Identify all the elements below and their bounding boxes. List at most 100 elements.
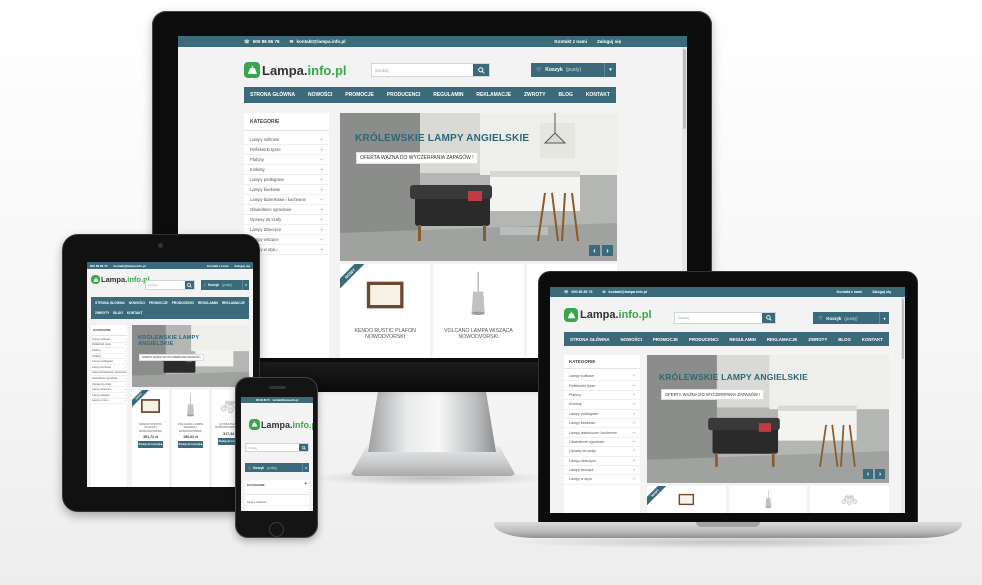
nav-item[interactable]: ZWROTY: [522, 92, 548, 98]
expand-icon[interactable]: +: [124, 338, 126, 341]
site-logo[interactable]: Lampa.info.pl: [564, 308, 652, 322]
product-image[interactable]: [810, 486, 890, 513]
category-item[interactable]: Oświetlenie ogrodowe +: [564, 438, 640, 448]
product-image[interactable]: [172, 390, 209, 422]
category-item[interactable]: Lampy sufitowe +: [244, 135, 329, 145]
nav-item[interactable]: NOWOŚCI: [619, 337, 644, 342]
category-item[interactable]: Lampy w stylu +: [91, 399, 127, 405]
slider-next-button[interactable]: ›: [875, 469, 885, 479]
product-card[interactable]: VOLCANO LAMPA WISZĄCA NOWODVORSKI 190,02 …: [172, 390, 209, 487]
expand-icon[interactable]: +: [633, 468, 635, 472]
search-box[interactable]: Szukaj: [371, 63, 490, 77]
email-info[interactable]: kontakt@lampa.info.pl: [273, 399, 299, 402]
category-item[interactable]: Lampy wiszące +: [564, 466, 640, 476]
product-image[interactable]: [728, 486, 808, 513]
nav-item[interactable]: KONTAKT: [860, 337, 885, 342]
nav-item[interactable]: REKLAMACJE: [220, 301, 247, 305]
category-item[interactable]: Lampy podłogowe +: [244, 175, 329, 185]
expand-icon[interactable]: +: [633, 374, 635, 378]
expand-icon[interactable]: +: [321, 167, 323, 172]
email-info[interactable]: ✉ kontakt@lampa.info.pl: [602, 290, 646, 294]
nav-item[interactable]: PRODUCENCI: [170, 301, 196, 305]
site-logo[interactable]: Lampa.info.pl: [244, 60, 347, 80]
expand-icon[interactable]: +: [124, 394, 126, 397]
product-name[interactable]: KENDO RUSTIC PLAFON NOWODVORSKI: [132, 422, 169, 433]
product-card[interactable]: NOWY: [647, 486, 726, 513]
category-item[interactable]: Lampy biurkowe +: [244, 185, 329, 195]
contact-link[interactable]: Kontakt z nami: [554, 39, 587, 44]
add-to-cart-button[interactable]: Dodaj do koszyka: [177, 441, 204, 449]
nav-item[interactable]: KONTAKT: [584, 92, 612, 98]
cart-button[interactable]: 🛒 Koszyk (pusty) ▾: [531, 63, 616, 77]
search-input[interactable]: Szukaj: [248, 446, 299, 450]
product-card[interactable]: NOWY KENDO RUSTIC PLAFON NOWODVORSKI: [340, 264, 431, 358]
expand-icon[interactable]: +: [124, 366, 126, 369]
contact-link[interactable]: Kontakt z nami: [837, 290, 863, 294]
expand-icon[interactable]: +: [633, 477, 635, 481]
category-item[interactable]: Lampy biurkowe +: [564, 419, 640, 429]
expand-icon[interactable]: +: [633, 412, 635, 416]
expand-icon[interactable]: +: [321, 207, 323, 212]
list-item[interactable]: Lampy sufitowe: [245, 499, 309, 506]
expand-icon[interactable]: +: [304, 482, 307, 487]
expand-icon[interactable]: +: [321, 227, 323, 232]
nav-item[interactable]: PROMOCJE: [147, 301, 170, 305]
expand-icon[interactable]: +: [124, 349, 126, 352]
search-input[interactable]: Szukaj: [678, 316, 762, 320]
nav-item[interactable]: KONTAKT: [125, 311, 145, 315]
category-item[interactable]: Lampy dziecięce +: [564, 457, 640, 466]
expand-icon[interactable]: +: [321, 157, 323, 162]
category-item[interactable]: Reflektorki tysze +: [564, 381, 640, 391]
nav-item[interactable]: STRONA GŁÓWNA: [568, 337, 612, 342]
scrollbar[interactable]: [901, 297, 905, 513]
nav-item[interactable]: STRONA GŁÓWNA: [248, 92, 297, 98]
product-name[interactable]: VOLCANO LAMPA WISZĄCA NOWODVORSKI: [172, 422, 209, 433]
category-item[interactable]: Kinkiety +: [564, 400, 640, 410]
expand-icon[interactable]: +: [321, 237, 323, 242]
search-input[interactable]: Szukaj: [375, 68, 473, 73]
nav-item[interactable]: BLOG: [557, 92, 575, 98]
category-item[interactable]: Oprawy do szafy +: [564, 447, 640, 457]
category-item[interactable]: Plafony +: [564, 391, 640, 401]
hero-banner[interactable]: KRÓLEWSKIE LAMPY ANGIELSKIE OFERTA WAŻNA…: [647, 355, 889, 483]
expand-icon[interactable]: +: [633, 431, 635, 435]
search-button[interactable]: [185, 281, 194, 289]
product-name[interactable]: VOLCANO LAMPA WISZĄCA NOWODVORSKI: [433, 328, 523, 341]
nav-item[interactable]: NOWOŚCI: [127, 301, 147, 305]
expand-icon[interactable]: +: [633, 440, 635, 444]
add-to-cart-button[interactable]: Dodaj do koszyka: [137, 441, 164, 449]
category-item[interactable]: Lampy w stylu +: [564, 475, 640, 485]
expand-icon[interactable]: +: [124, 399, 126, 402]
category-item[interactable]: Lampy łazienkowe i kuchenne+: [564, 428, 640, 438]
nav-item[interactable]: PRODUCENCI: [687, 337, 721, 342]
product-card[interactable]: VOLCANO LAMPA WISZĄCA NOWODVORSKI: [433, 264, 524, 358]
product-image[interactable]: [433, 264, 524, 326]
search-input[interactable]: Szukaj: [148, 283, 185, 287]
nav-item[interactable]: REKLAMACJE: [474, 92, 513, 98]
expand-icon[interactable]: +: [124, 360, 126, 363]
expand-icon[interactable]: +: [633, 384, 635, 388]
login-link[interactable]: Zaloguj się: [234, 264, 250, 268]
hero-banner[interactable]: KRÓLEWSKIE LAMPY ANGIELSKIE OFERTA WAŻNA…: [340, 113, 617, 261]
expand-icon[interactable]: +: [633, 421, 635, 425]
slider-next-button[interactable]: ›: [602, 245, 613, 256]
product-card[interactable]: [810, 486, 890, 513]
search-box[interactable]: Szukaj: [674, 312, 776, 324]
nav-item[interactable]: STRONA GŁÓWNA: [93, 301, 127, 305]
expand-icon[interactable]: +: [321, 137, 323, 142]
slider-prev-button[interactable]: ‹: [863, 469, 873, 479]
cart-button[interactable]: 🛒 Koszyk (pusty) ▾: [245, 463, 309, 472]
expand-icon[interactable]: +: [321, 177, 323, 182]
nav-item[interactable]: ZWROTY: [93, 311, 111, 315]
product-card[interactable]: NOWY KENDO RUSTIC PLAFON NOWODVORSKI 391,7…: [132, 390, 169, 487]
category-item[interactable]: Oprawy do szafy +: [244, 215, 329, 225]
category-item[interactable]: Oświetlenie ogrodowe +: [244, 205, 329, 215]
search-box[interactable]: Szukaj: [245, 443, 309, 452]
slider-prev-button[interactable]: ‹: [589, 245, 600, 256]
site-logo[interactable]: Lampa.info.pl: [249, 419, 313, 430]
search-box[interactable]: Szukaj: [145, 280, 195, 290]
nav-item[interactable]: BLOG: [111, 311, 125, 315]
search-button[interactable]: [299, 444, 308, 451]
category-item[interactable]: Plafony +: [244, 155, 329, 165]
contact-link[interactable]: Kontakt z nami: [207, 264, 228, 268]
